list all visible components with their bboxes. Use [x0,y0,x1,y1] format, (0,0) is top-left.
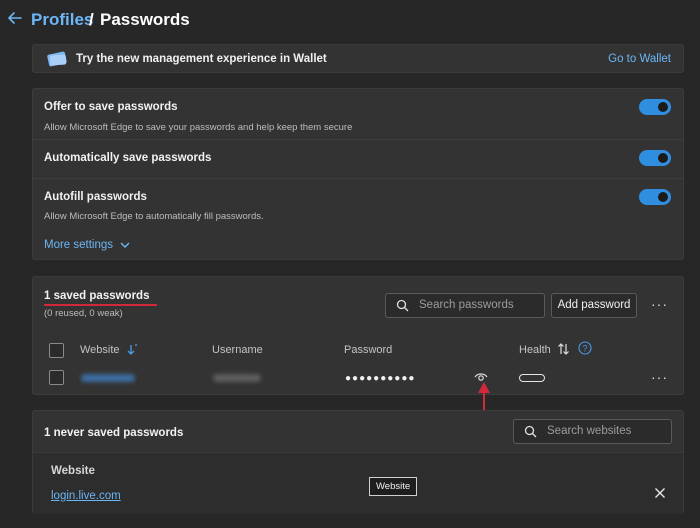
toggle-knob [658,102,668,112]
search-icon [524,425,537,438]
search-icon [396,299,409,312]
never-saved-site-link[interactable]: login.live.com [51,490,121,502]
wallet-card-icon [47,51,67,67]
breadcrumb-separator: / [89,10,94,29]
autofill-title: Autofill passwords [44,191,147,203]
saved-passwords-title: 1 saved passwords [44,290,150,302]
offer-to-save-title: Offer to save passwords [44,101,178,113]
column-header-health[interactable]: Health [519,344,551,356]
password-mask: ●●●●●●●●●● [345,373,416,384]
help-icon[interactable]: ? [578,341,592,355]
sort-arrow-icon[interactable] [126,343,138,356]
row-checkbox[interactable] [49,370,64,385]
row-more-icon[interactable]: ··· [651,369,668,385]
breadcrumb-profiles-link[interactable]: Profiles [31,10,93,30]
add-password-button[interactable]: Add password [551,293,637,318]
arrow-left-icon[interactable] [6,9,24,27]
wallet-banner-text: Try the new management experience in Wal… [76,53,327,65]
go-to-wallet-link[interactable]: Go to Wallet [608,53,671,65]
offer-to-save-desc: Allow Microsoft Edge to save your passwo… [44,122,353,133]
column-header-password: Password [344,344,393,356]
search-websites-input[interactable]: Search websites [513,419,672,444]
never-saved-title: 1 never saved passwords [44,427,184,439]
autofill-desc: Allow Microsoft Edge to automatically fi… [44,211,264,222]
column-header-username[interactable]: Username [212,344,263,356]
search-passwords-placeholder: Search passwords [419,299,514,311]
tooltip: Website [369,477,418,496]
auto-save-toggle[interactable] [639,150,671,166]
more-horizontal-icon[interactable]: ··· [651,296,668,312]
more-settings-label: More settings [44,239,114,251]
close-icon[interactable] [654,487,666,499]
search-websites-placeholder: Search websites [547,425,632,437]
page-title: Passwords [100,10,190,29]
autofill-toggle[interactable] [639,189,671,205]
saved-passwords-card: 1 saved passwords (0 reused, 0 weak) Sea… [32,276,684,395]
select-all-checkbox[interactable] [49,343,64,358]
column-header-website[interactable]: Website [80,344,120,356]
toggle-knob [658,192,668,202]
password-settings-card: Offer to save passwords Allow Microsoft … [32,88,684,260]
health-indicator [519,374,545,382]
svg-text:?: ? [582,344,587,354]
website-cell-blurred[interactable] [81,374,135,382]
never-saved-list: Website login.live.com Website [33,452,683,514]
sort-updown-icon[interactable] [557,342,570,356]
divider [33,139,683,140]
never-saved-column-website: Website [51,465,95,477]
annotation-underline [44,304,157,306]
wallet-banner: Try the new management experience in Wal… [32,44,684,73]
more-settings-button[interactable]: More settings [44,239,130,251]
saved-passwords-summary: (0 reused, 0 weak) [44,308,123,319]
search-passwords-input[interactable]: Search passwords [385,293,545,318]
never-saved-card: 1 never saved passwords Search websites … [32,410,684,514]
divider [33,178,683,179]
username-cell-blurred [213,374,261,382]
offer-to-save-toggle[interactable] [639,99,671,115]
chevron-down-icon [120,242,130,248]
auto-save-title: Automatically save passwords [44,152,212,164]
toggle-knob [658,153,668,163]
